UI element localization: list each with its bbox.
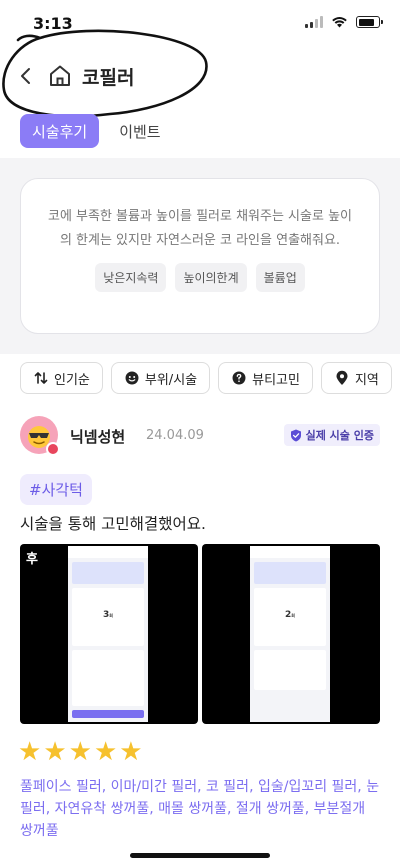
star-icon: ★ — [93, 737, 118, 767]
home-indicator — [130, 853, 270, 858]
signal-icon — [305, 16, 323, 28]
hashtag[interactable]: #사각턱 — [20, 474, 92, 505]
star-rating: ★ ★ ★ ★ ★ — [18, 738, 143, 766]
battery-icon — [356, 16, 383, 28]
review-photos: 후 3회 2회 — [20, 544, 380, 724]
tab-bar: 시술후기 이벤트 — [20, 114, 173, 148]
screenshot-thumbnail: 3회 — [68, 546, 148, 722]
wifi-icon — [332, 17, 347, 28]
status-bar: 3:13 — [0, 0, 400, 46]
photo-label: 후 — [26, 552, 38, 567]
review-photo[interactable]: 2회 — [202, 544, 380, 724]
post-date: 24.04.09 — [146, 428, 204, 443]
intro-tag[interactable]: 볼륨업 — [255, 263, 305, 292]
filter-region[interactable]: 지역 — [320, 362, 392, 394]
star-icon: ★ — [68, 737, 92, 767]
back-icon[interactable] — [14, 64, 38, 88]
intro-section: 코에 부족한 볼륨과 높이를 필러로 채워주는 시술로 높이의 한계는 있지만 … — [0, 158, 400, 354]
filter-region-label: 지역 — [354, 372, 379, 388]
app-header: 코필러 — [0, 48, 400, 104]
review-header: 닉넴성현 24.04.09 실제 시술 인증 — [20, 416, 380, 456]
intro-tags: 낮은지속력 높이의한계 볼륨업 — [45, 263, 355, 292]
filter-concern[interactable]: 뷰티고민 — [218, 362, 313, 394]
sort-icon — [34, 372, 48, 384]
verified-badge: 실제 시술 인증 — [283, 424, 380, 446]
star-icon: ★ — [18, 737, 42, 767]
intro-description: 코에 부족한 볼륨과 높이를 필러로 채워주는 시술로 높이의 한계는 있지만 … — [47, 209, 352, 248]
status-time: 3:13 — [33, 14, 73, 33]
photo-count-unit: 회 — [109, 613, 113, 618]
review-body: 시술을 통해 고민해결했어요. — [20, 515, 206, 533]
intro-card: 코에 부족한 볼륨과 높이를 필러로 채워주는 시술로 높이의 한계는 있지만 … — [20, 178, 380, 334]
status-icons — [305, 16, 383, 28]
face-icon — [125, 371, 139, 385]
filter-concern-label: 뷰티고민 — [252, 372, 300, 388]
shield-check-icon — [290, 429, 301, 441]
crown-badge-icon — [46, 442, 60, 456]
intro-tag[interactable]: 높이의한계 — [175, 263, 247, 292]
star-icon: ★ — [43, 737, 67, 767]
filter-body-part[interactable]: 부위/시술 — [110, 362, 211, 394]
review-photo[interactable]: 후 3회 — [20, 544, 198, 724]
location-icon — [336, 370, 348, 385]
tab-events[interactable]: 이벤트 — [107, 114, 172, 148]
tab-reviews[interactable]: 시술후기 — [20, 114, 100, 148]
photo-count-unit: 회 — [291, 613, 295, 618]
star-icon: ★ — [119, 737, 143, 767]
question-icon — [232, 371, 246, 385]
page-title: 코필러 — [82, 67, 135, 89]
home-icon[interactable] — [46, 62, 74, 90]
intro-tag[interactable]: 낮은지속력 — [95, 263, 167, 292]
verified-label: 실제 시술 인증 — [305, 429, 374, 442]
filter-row: 인기순 부위/시술 뷰티고민 지역 — [20, 362, 400, 394]
screenshot-thumbnail: 2회 — [250, 546, 330, 722]
filter-sort[interactable]: 인기순 — [20, 362, 103, 394]
user-name[interactable]: 닉넴성현 — [70, 426, 125, 447]
filter-body-part-label: 부위/시술 — [144, 372, 198, 388]
treatment-tags[interactable]: 풀페이스 필러, 이마/미간 필러, 코 필러, 입술/입꼬리 필러, 눈필러,… — [20, 776, 382, 842]
filter-sort-label: 인기순 — [54, 372, 90, 388]
